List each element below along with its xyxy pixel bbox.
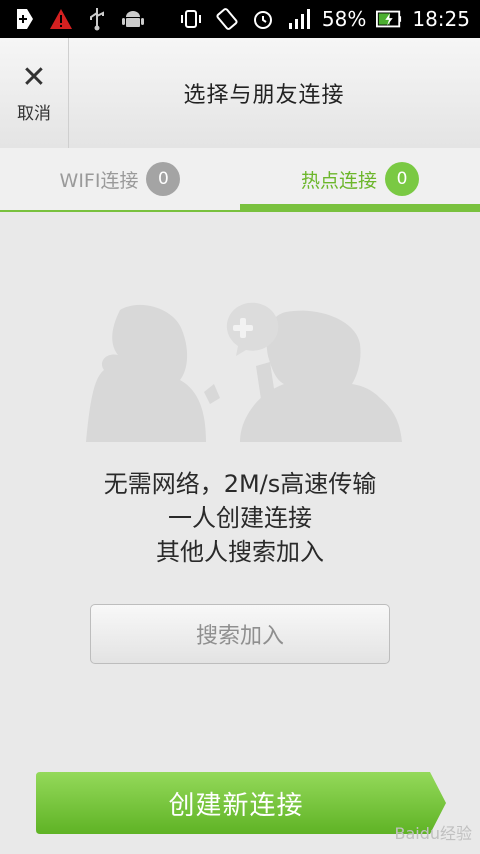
cancel-button[interactable]: ✕ 取消: [0, 38, 69, 148]
description-line-1: 无需网络，2M/s高速传输: [103, 470, 377, 498]
description-line-2: 一人创建连接: [168, 504, 312, 532]
usb-icon: [84, 6, 110, 32]
clock: 18:25: [412, 7, 470, 31]
tab-hotspot-label: 热点连接: [300, 169, 377, 192]
tab-wifi-count-badge: 0: [146, 162, 181, 196]
tab-hotspot-count-badge: 0: [385, 162, 419, 196]
active-tab-indicator: [240, 204, 480, 210]
status-bar: 58% 18:25: [0, 0, 480, 38]
android-icon: [120, 6, 146, 32]
alarm-icon: [250, 6, 276, 32]
title-bar: ✕ 取消 选择与朋友连接: [0, 38, 480, 149]
description-line-3: 其他人搜索加入: [156, 538, 324, 566]
notification-plus-icon: [12, 6, 38, 32]
status-right-icons: 58% 18:25: [178, 0, 470, 38]
cancel-label: 取消: [17, 103, 51, 124]
friends-connect-illustration: [86, 302, 402, 442]
warning-icon: [48, 6, 74, 32]
search-join-button[interactable]: 搜索加入: [90, 604, 390, 664]
tab-hotspot[interactable]: 热点连接 0: [240, 148, 480, 210]
connection-tabs: WIFI连接 0 热点连接 0: [0, 148, 480, 212]
tab-wifi-label: WIFI连接: [59, 169, 139, 192]
page-title: 选择与朋友连接: [183, 83, 345, 108]
create-connection-button[interactable]: 创建新连接: [36, 772, 436, 834]
signal-icon: [286, 6, 312, 32]
tab-wifi[interactable]: WIFI连接 0: [0, 148, 240, 210]
status-left-icons: [12, 6, 146, 32]
close-icon: ✕: [21, 59, 47, 95]
battery-charging-icon: [376, 6, 402, 32]
baidu-watermark: Baidu经验: [394, 824, 472, 843]
battery-percent: 58%: [321, 7, 367, 31]
vibrate-icon: [178, 6, 204, 32]
rotation-icon: [214, 6, 240, 32]
